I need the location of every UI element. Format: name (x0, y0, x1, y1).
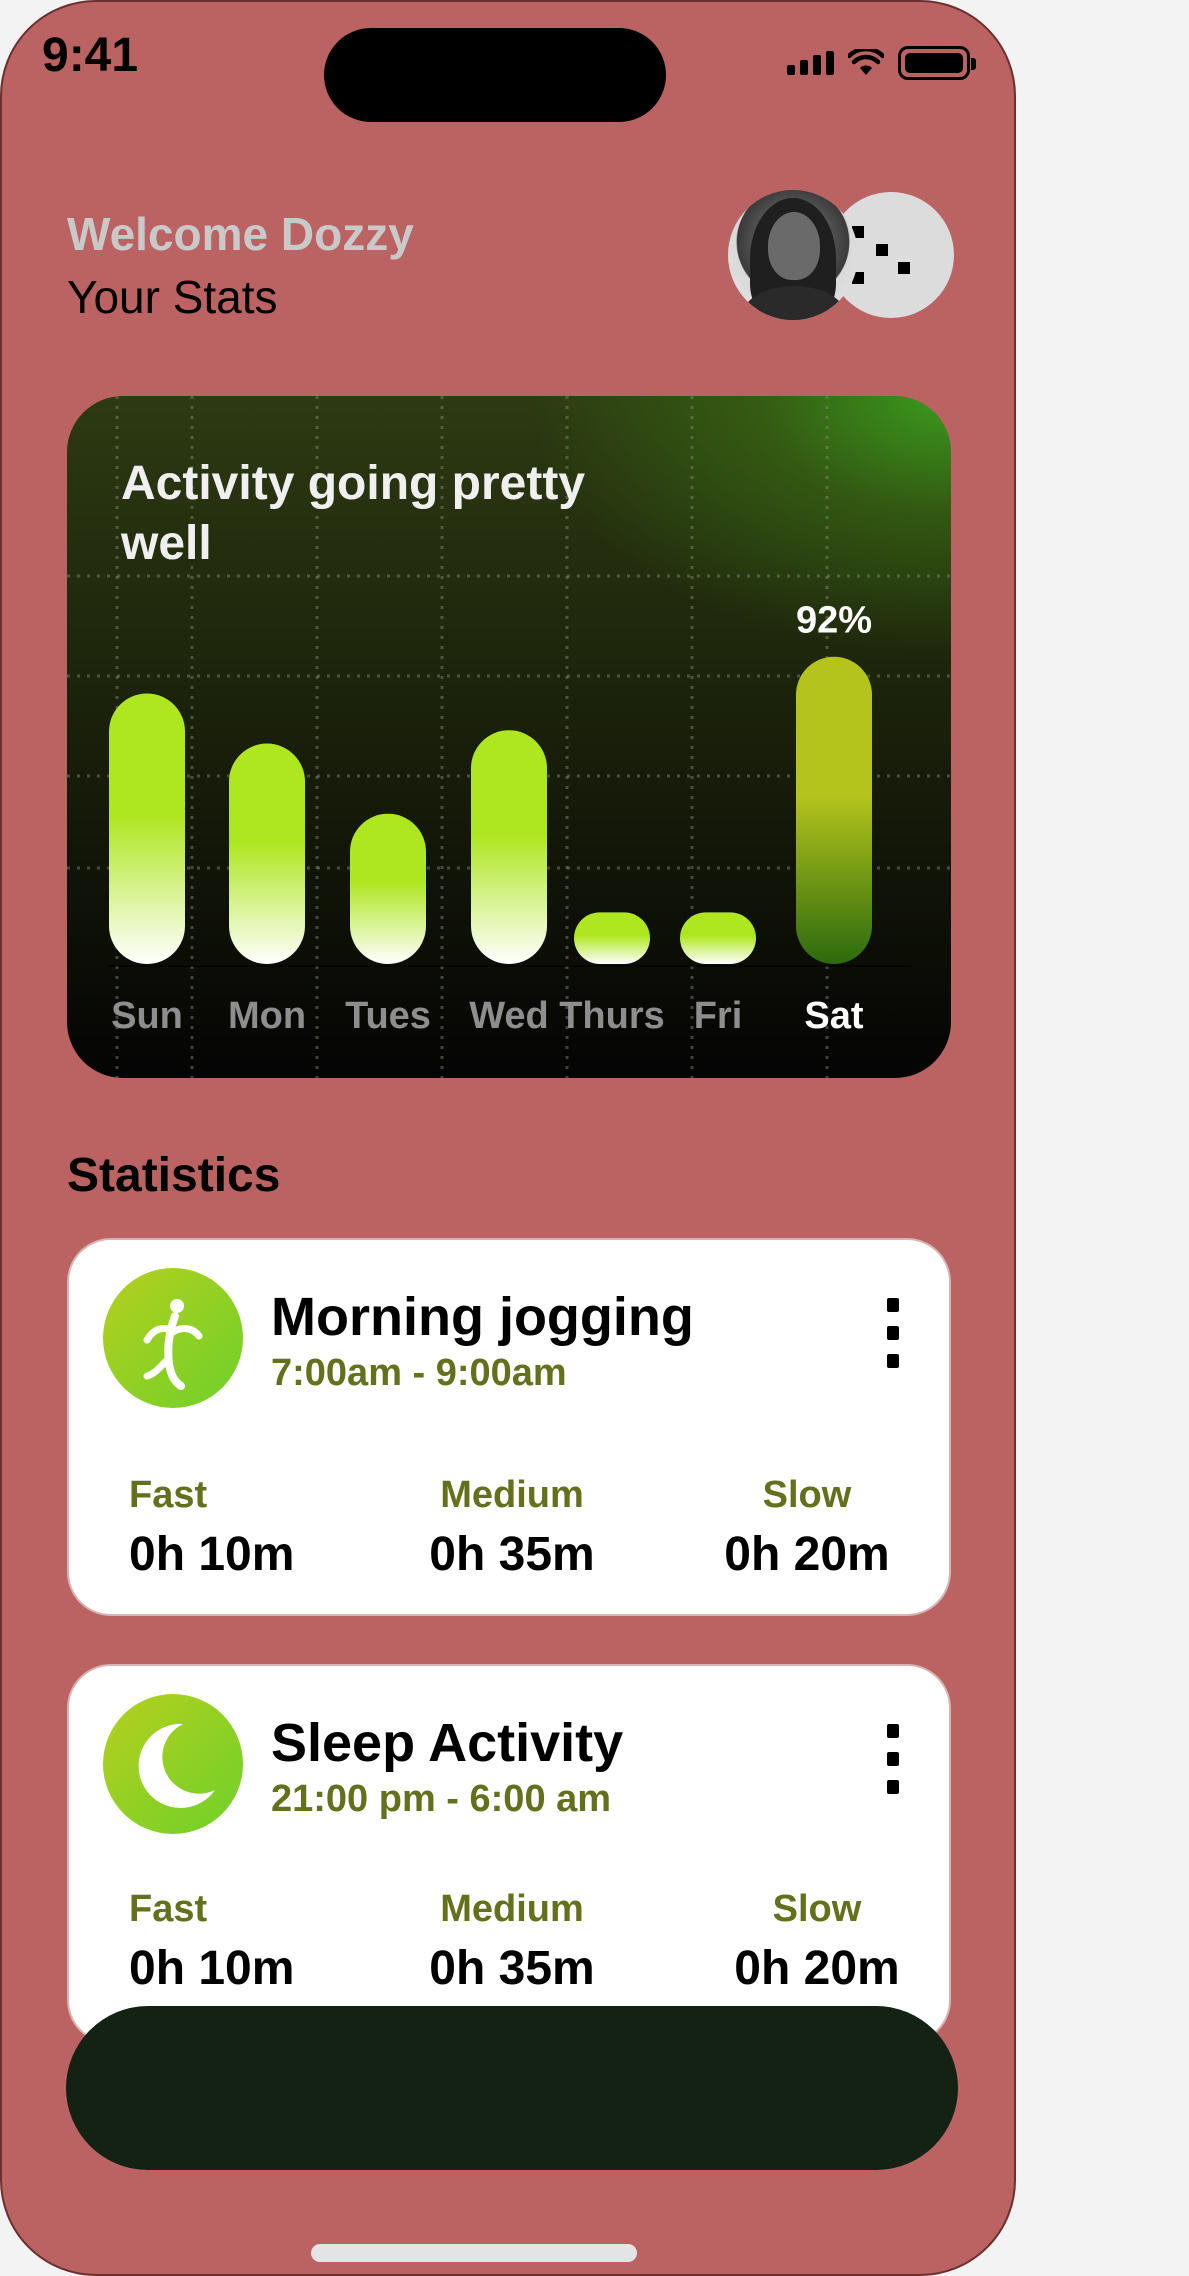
metric-value: 0h 10m (129, 1942, 295, 1995)
user-avatar[interactable] (728, 190, 858, 320)
status-icons (787, 46, 976, 80)
bar-tues[interactable] (350, 813, 426, 964)
metric-label: Medium (440, 1888, 584, 1930)
home-indicator[interactable] (311, 2244, 637, 2262)
metric-value: 0h 35m (429, 1942, 595, 1995)
metric-label: Fast (129, 1474, 208, 1516)
tick-label-mon: Mon (228, 995, 306, 1037)
bar-wed[interactable] (471, 730, 547, 964)
metric-fast: Fast 0h 10m (129, 1888, 294, 1996)
stat-card-time: 21:00 pm - 6:00 am (271, 1778, 612, 1820)
crescent-moon-icon (103, 1694, 243, 1834)
status-time: 9:41 (42, 29, 139, 82)
bar-mon[interactable] (229, 743, 305, 964)
more-options-icon[interactable] (883, 1298, 903, 1368)
metric-value: 0h 20m (724, 1528, 890, 1581)
page-title: Your Stats (67, 271, 278, 323)
stat-card-title: Morning jogging (271, 1287, 694, 1347)
metric-fast: Fast 0h 10m (129, 1474, 294, 1582)
stat-card-time: 7:00am - 9:00am (271, 1352, 567, 1394)
stat-card-title: Sleep Activity (271, 1713, 624, 1773)
bar-fri[interactable] (680, 912, 756, 964)
cellular-signal-icon (787, 51, 834, 75)
activity-card: Activity going pretty well Sun Mon Tues Wed… (67, 396, 951, 1078)
statistics-heading: Statistics (67, 1149, 281, 1202)
running-person-icon (103, 1268, 243, 1408)
bar-sun[interactable] (109, 693, 185, 964)
data-label-sat: 92% (796, 600, 872, 642)
bottom-navigation-bar[interactable] (66, 2006, 958, 2170)
metric-label: Slow (762, 1474, 852, 1516)
metric-value: 0h 20m (734, 1942, 900, 1995)
bar-sat[interactable] (796, 656, 872, 964)
welcome-text: Welcome Dozzy (67, 208, 414, 260)
more-options-icon[interactable] (883, 1724, 903, 1794)
wifi-icon (848, 49, 884, 75)
tick-label-thurs: Thurs (559, 995, 665, 1037)
metric-medium: Medium 0h 35m (403, 1888, 621, 1996)
metric-label: Medium (440, 1474, 584, 1516)
tick-label-tues: Tues (345, 995, 431, 1037)
metric-label: Fast (129, 1888, 208, 1930)
bar-thurs[interactable] (574, 912, 650, 964)
metric-label: Slow (772, 1888, 862, 1930)
metric-value: 0h 35m (429, 1528, 595, 1581)
tick-label-fri: Fri (694, 995, 743, 1037)
stat-card-morning-jogging[interactable]: Morning jogging 7:00am - 9:00am Fast 0h … (67, 1238, 951, 1616)
tick-label-sat: Sat (804, 995, 863, 1037)
avatar-group[interactable] (728, 190, 954, 320)
phone-screen: 9:41 Welcome Dozzy Your Stats Activity g… (0, 0, 1016, 2276)
activity-bar-chart: Sun Mon Tues Wed Thurs Fri Sat 92% (107, 600, 911, 1037)
metric-slow: Slow 0h 20m (715, 1474, 899, 1582)
stat-card-sleep-activity[interactable]: Sleep Activity 21:00 pm - 6:00 am Fast 0… (67, 1664, 951, 2044)
dynamic-island (324, 28, 666, 122)
metric-slow: Slow 0h 20m (725, 1888, 909, 1996)
tick-label-wed: Wed (469, 995, 549, 1037)
tick-label-sun: Sun (111, 995, 183, 1037)
battery-icon (898, 46, 976, 80)
metric-value: 0h 10m (129, 1528, 295, 1581)
metric-medium: Medium 0h 35m (403, 1474, 621, 1582)
